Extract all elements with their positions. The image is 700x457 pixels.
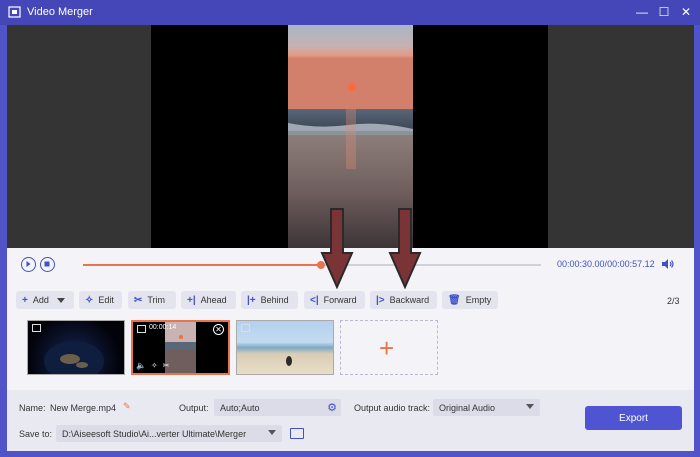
clip-sunset[interactable]: 00:00:14 ✕ 🔈 ✧ ✂: [131, 320, 230, 375]
chevron-down-icon: [526, 404, 534, 409]
ahead-label: Ahead: [200, 295, 227, 305]
page-indicator: 2/3: [667, 296, 680, 306]
earth-thumbnail: [44, 341, 104, 374]
trim-button[interactable]: ✂ Trim: [128, 291, 176, 309]
save-to-label: Save to:: [19, 429, 53, 439]
output-settings: Name: New Merge.mp4 ✎ Output: Auto;Auto …: [7, 390, 694, 451]
edit-button[interactable]: ✧ Edit: [79, 291, 122, 309]
annotation-arrow-forward: [320, 208, 354, 289]
plus-icon: +: [22, 294, 28, 306]
empty-label: Empty: [465, 295, 492, 305]
save-path-value: D:\Aiseesoft Studio\Ai...verter Ultimate…: [62, 428, 247, 439]
magic-wand-icon[interactable]: ✧: [151, 361, 158, 370]
volume-icon[interactable]: [661, 258, 675, 270]
file-name-value: New Merge.mp4: [50, 403, 117, 413]
video-merger-window: Video Merger — ☐ ✕ 00:00:30.00/00:00:57.…: [0, 0, 700, 457]
play-icon: [26, 261, 31, 267]
progress-slider[interactable]: [83, 261, 541, 269]
clip-duration: 00:00:14: [149, 324, 177, 331]
gear-icon[interactable]: ⚙: [327, 401, 337, 414]
output-label: Output:: [179, 403, 209, 413]
export-button[interactable]: Export: [585, 406, 682, 430]
audio-track-value: Original Audio: [439, 402, 496, 413]
chevron-down-icon: [268, 430, 276, 435]
empty-button[interactable]: 🗑 Empty: [442, 291, 498, 309]
trim-label: Trim: [147, 295, 166, 305]
title-bar: Video Merger — ☐ ✕: [0, 0, 700, 25]
scissors-icon: ✂: [134, 294, 143, 306]
clip-beach[interactable]: [236, 320, 334, 375]
ahead-button[interactable]: +| Ahead: [181, 291, 236, 309]
maximize-button[interactable]: ☐: [654, 4, 674, 20]
name-label: Name:: [19, 403, 46, 413]
forward-icon: <|: [310, 294, 319, 306]
time-readout: 00:00:30.00/00:00:57.12: [557, 259, 655, 269]
scissors-icon[interactable]: ✂: [163, 361, 170, 370]
volume-icon[interactable]: 🔈: [136, 361, 146, 370]
add-clip-slot[interactable]: +: [340, 320, 438, 375]
minimize-button[interactable]: —: [632, 4, 652, 20]
film-icon: [137, 325, 146, 333]
total-time: 00:00:57.12: [607, 259, 655, 269]
clip-actions: 🔈 ✧ ✂: [136, 361, 174, 370]
clip-list: 00:00:14 ✕ 🔈 ✧ ✂ +: [7, 316, 694, 376]
plus-icon: +: [379, 333, 395, 363]
remove-clip-icon[interactable]: ✕: [213, 324, 224, 335]
ahead-icon: +|: [187, 294, 196, 306]
save-path-select[interactable]: D:\Aiseesoft Studio\Ai...verter Ultimate…: [56, 425, 282, 442]
progress-fill: [83, 264, 322, 266]
add-button[interactable]: + Add: [16, 291, 74, 309]
main-content: 00:00:30.00/00:00:57.12 + Add ✧ Edit ✂ Trim…: [7, 25, 694, 451]
backward-icon: |>: [376, 294, 385, 306]
magic-wand-icon: ✧: [85, 294, 94, 306]
add-label: Add: [32, 295, 49, 305]
clip-earth[interactable]: [27, 320, 125, 375]
beach-thumbnail: [286, 356, 292, 366]
chevron-down-icon: [56, 297, 65, 303]
stop-button[interactable]: [40, 257, 55, 272]
backward-label: Backward: [389, 295, 430, 305]
output-format-value: Auto;Auto: [220, 402, 260, 413]
forward-label: Forward: [323, 295, 357, 305]
play-button[interactable]: [21, 257, 36, 272]
backward-button[interactable]: |> Backward: [370, 291, 437, 309]
annotation-arrow-backward: [388, 208, 422, 289]
window-title: Video Merger: [27, 6, 93, 18]
forward-button[interactable]: <| Forward: [304, 291, 365, 309]
app-icon: [8, 6, 21, 18]
audio-track-label: Output audio track:: [354, 403, 431, 413]
clip-toolbar: + Add ✧ Edit ✂ Trim +| Ahead |+ Behind <| Forw…: [7, 287, 694, 309]
behind-button[interactable]: |+ Behind: [241, 291, 298, 309]
stop-icon: [44, 261, 50, 267]
close-button[interactable]: ✕: [676, 4, 696, 20]
folder-icon[interactable]: [290, 428, 304, 439]
trash-icon: 🗑: [448, 294, 461, 306]
behind-icon: |+: [247, 294, 256, 306]
edit-label: Edit: [98, 295, 114, 305]
current-time: 00:00:30.00: [557, 259, 605, 269]
audio-track-select[interactable]: Original Audio: [433, 399, 540, 416]
pencil-icon[interactable]: ✎: [123, 401, 131, 412]
behind-label: Behind: [260, 295, 289, 305]
output-format-field[interactable]: Auto;Auto ⚙: [214, 399, 341, 416]
